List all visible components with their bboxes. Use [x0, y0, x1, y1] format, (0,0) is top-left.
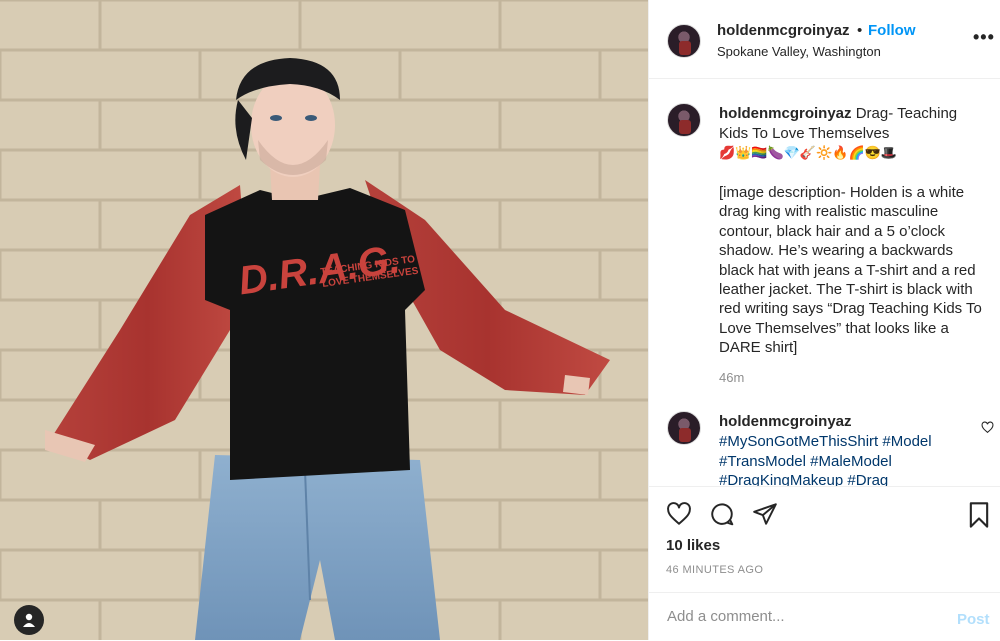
- add-comment-input[interactable]: [665, 607, 939, 626]
- comments-section[interactable]: holdenmcgroinyaz Drag- Teaching Kids To …: [649, 79, 1000, 486]
- like-heart-icon[interactable]: [665, 501, 693, 527]
- post-header: holdenmcgroinyaz • Follow Spokane Valley…: [649, 0, 1000, 79]
- caption-avatar[interactable]: [667, 103, 701, 137]
- header-separator: •: [857, 22, 863, 39]
- likes-count[interactable]: 10 likes: [666, 537, 720, 554]
- comment-bubble-icon[interactable]: [708, 501, 736, 527]
- post-image: D.R.A.G. TEACHING KIDS TO LOVE THEMSELVE…: [0, 0, 648, 640]
- caption-username[interactable]: holdenmcgroinyaz: [719, 105, 852, 122]
- save-bookmark-icon[interactable]: [967, 501, 991, 529]
- post-comment-button[interactable]: Post: [957, 611, 990, 628]
- comment-hashtags[interactable]: #MySonGotMeThisShirt #Model #TransModel …: [719, 432, 969, 486]
- post-side-panel: holdenmcgroinyaz • Follow Spokane Valley…: [648, 0, 1000, 640]
- location-link[interactable]: Spokane Valley, Washington: [717, 44, 881, 59]
- author-username[interactable]: holdenmcgroinyaz: [717, 22, 850, 39]
- caption-emojis: 💋👑🏳️‍🌈🍆💎🎸🔆🔥🌈😎🎩: [719, 145, 898, 160]
- post-timestamp[interactable]: 46 MINUTES AGO: [666, 564, 763, 576]
- comment-like-heart-icon[interactable]: [981, 421, 994, 434]
- tagged-users-button[interactable]: [14, 605, 44, 635]
- follow-button[interactable]: Follow: [868, 22, 916, 39]
- post-photo[interactable]: D.R.A.G. TEACHING KIDS TO LOVE THEMSELVE…: [0, 0, 648, 640]
- comment-username[interactable]: holdenmcgroinyaz: [719, 413, 852, 430]
- image-description-text: [image description- Holden is a white dr…: [719, 184, 982, 357]
- caption-timestamp[interactable]: 46m: [719, 370, 744, 385]
- more-options-button[interactable]: •••: [973, 28, 995, 46]
- comment-avatar[interactable]: [667, 411, 701, 445]
- share-send-icon[interactable]: [751, 501, 779, 527]
- user-icon: [23, 613, 35, 627]
- author-avatar[interactable]: [667, 24, 701, 58]
- add-comment-bar: Post: [649, 592, 1000, 641]
- post-actions: 10 likes 46 MINUTES AGO: [649, 486, 1000, 587]
- caption-text: holdenmcgroinyaz Drag- Teaching Kids To …: [719, 104, 989, 143]
